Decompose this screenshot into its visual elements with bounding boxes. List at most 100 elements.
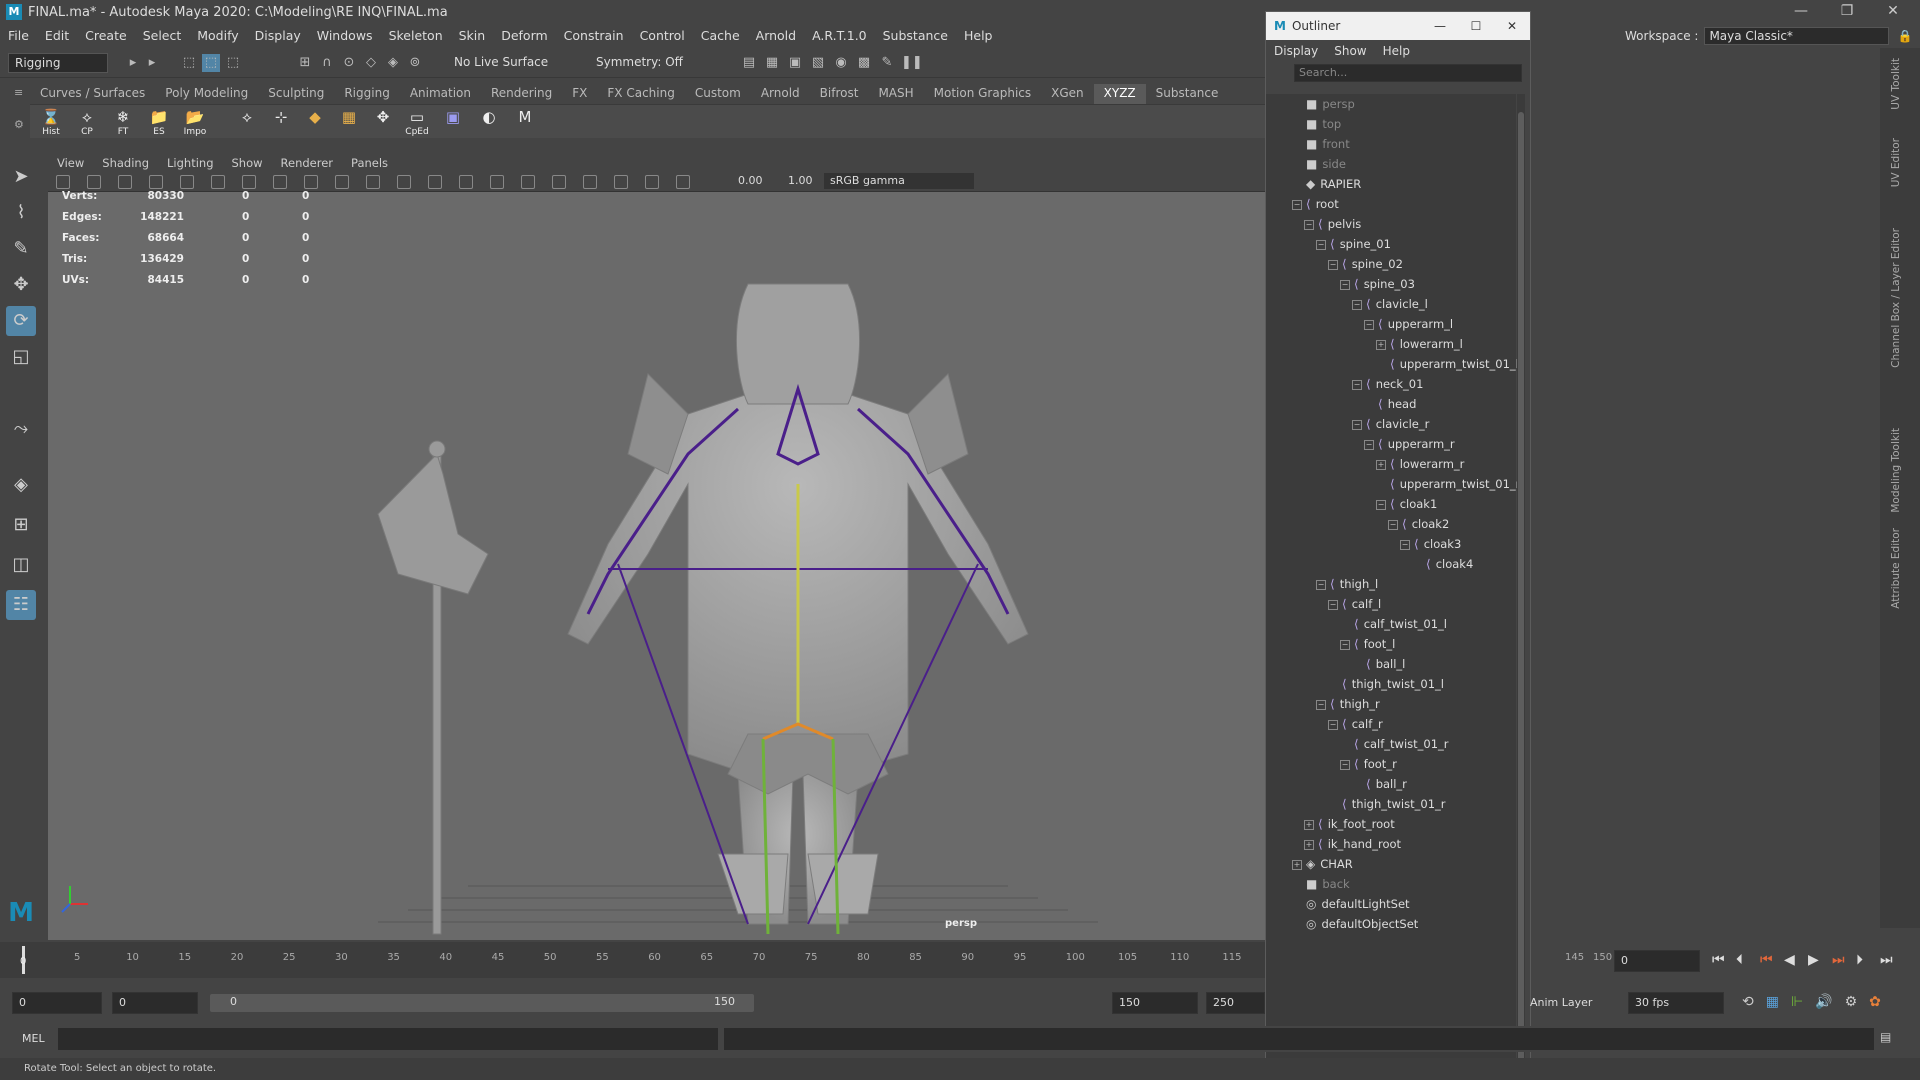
outliner-item-ik-foot-root[interactable]: + ⟨ ik_foot_root — [1304, 814, 1395, 834]
outliner-item-char[interactable]: + ◈ CHAR — [1292, 854, 1353, 874]
outliner-item-spine-03[interactable]: − ⟨ spine_03 — [1340, 274, 1415, 294]
shelf-tab-xyzz[interactable]: XYZZ — [1093, 84, 1146, 104]
outliner-item-thigh-twist-01-r[interactable]: ⟨ thigh_twist_01_r — [1328, 794, 1446, 814]
outliner-item-cloak3[interactable]: − ⟨ cloak3 — [1400, 534, 1461, 554]
menu-cache[interactable]: Cache — [693, 28, 748, 43]
open-scene-icon[interactable]: ▸ — [124, 54, 142, 72]
paint-select-icon[interactable]: ✎ — [6, 234, 36, 264]
collapse-icon[interactable]: − — [1364, 319, 1374, 330]
xray-icon[interactable] — [614, 175, 628, 189]
four-view-icon[interactable]: ⊞ — [6, 510, 36, 540]
outliner-item-foot-l[interactable]: − ⟨ foot_l — [1340, 634, 1395, 654]
shelf-tab-poly-modeling[interactable]: Poly Modeling — [155, 84, 258, 104]
side-tab-channel-box-layer-editor[interactable]: Channel Box / Layer Editor — [1890, 228, 1902, 368]
outliner-menu-help[interactable]: Help — [1375, 44, 1418, 58]
collapse-icon[interactable]: − — [1352, 419, 1362, 430]
play-backward-icon[interactable]: ◀ — [1784, 952, 1795, 968]
image-plane-icon[interactable] — [149, 175, 163, 189]
outliner-item-upperarm-l[interactable]: − ⟨ upperarm_l — [1364, 314, 1453, 334]
outliner-item-spine-02[interactable]: − ⟨ spine_02 — [1328, 254, 1403, 274]
shelf-tab-animation[interactable]: Animation — [400, 84, 481, 104]
arnold-render-icon[interactable]: ▩ — [855, 54, 873, 72]
outliner-item-upperarm-r[interactable]: − ⟨ upperarm_r — [1364, 434, 1455, 454]
single-perspective-icon[interactable]: ◈ — [6, 470, 36, 500]
ipr-render-icon[interactable]: ▣ — [786, 54, 804, 72]
collapse-icon[interactable]: − — [1292, 199, 1302, 210]
sound-icon[interactable]: 🔊 — [1815, 994, 1832, 1010]
shelf-tab-substance[interactable]: Substance — [1146, 84, 1229, 104]
outliner-close-button[interactable]: ✕ — [1494, 19, 1530, 33]
shelf-button-hist[interactable]: ⌛ Hist — [36, 107, 66, 139]
outliner-minimize-button[interactable]: — — [1422, 19, 1458, 33]
shelf-gear-icon[interactable]: ⚙ — [14, 118, 28, 131]
outliner-item-foot-r[interactable]: − ⟨ foot_r — [1340, 754, 1397, 774]
gamma-field[interactable]: 1.00 — [788, 174, 813, 187]
ao-icon[interactable] — [490, 175, 504, 189]
pause-icon[interactable]: ❚❚ — [901, 54, 923, 72]
outliner-item-lowerarm-r[interactable]: + ⟨ lowerarm_r — [1376, 454, 1464, 474]
workspace-dropdown[interactable]: Maya Classic* — [1704, 27, 1890, 45]
aa-icon[interactable] — [552, 175, 566, 189]
script-editor-icon[interactable]: ▤ — [1880, 1030, 1891, 1044]
viewport-menu-renderer[interactable]: Renderer — [272, 156, 343, 170]
backface-icon[interactable] — [676, 175, 690, 189]
symmetry-dropdown[interactable]: Symmetry: Off — [590, 53, 688, 73]
fps-dropdown[interactable]: 30 fps — [1628, 992, 1724, 1014]
box-icon[interactable]: ▦ — [334, 107, 364, 139]
select-object-icon[interactable]: ⬚ — [202, 54, 220, 72]
outliner-item-thigh-twist-01-l[interactable]: ⟨ thigh_twist_01_l — [1328, 674, 1444, 694]
collapse-icon[interactable]: − — [1304, 219, 1314, 230]
shelf-tab-arnold[interactable]: Arnold — [751, 84, 810, 104]
mel-script-icon[interactable]: M — [510, 107, 540, 139]
collapse-icon[interactable]: − — [1316, 579, 1326, 590]
film-gate-icon[interactable] — [211, 175, 225, 189]
menu-display[interactable]: Display — [247, 28, 309, 43]
shelf-menu-icon[interactable]: ≡ — [14, 86, 28, 99]
restore-button[interactable]: ❐ — [1824, 0, 1870, 22]
select-hierarchy-icon[interactable]: ⬚ — [180, 54, 198, 72]
menu-skeleton[interactable]: Skeleton — [381, 28, 451, 43]
outliner-item-spine-01[interactable]: − ⟨ spine_01 — [1316, 234, 1391, 254]
outliner-item-clavicle-l[interactable]: − ⟨ clavicle_l — [1352, 294, 1428, 314]
outliner-scrollbar[interactable] — [1517, 94, 1525, 1074]
shelf-tab-curves-surfaces[interactable]: Curves / Surfaces — [30, 84, 155, 104]
render-frame-icon[interactable]: ▦ — [763, 54, 781, 72]
expand-icon[interactable]: + — [1376, 459, 1386, 470]
outliner-maximize-button[interactable]: ☐ — [1458, 19, 1494, 33]
menu-create[interactable]: Create — [77, 28, 135, 43]
shelf-tab-mash[interactable]: MASH — [868, 84, 923, 104]
menu-select[interactable]: Select — [135, 28, 190, 43]
snap-surface-icon[interactable]: ◈ — [384, 54, 402, 72]
menu-file[interactable]: File — [0, 28, 37, 43]
shelf-tab-rigging[interactable]: Rigging — [334, 84, 399, 104]
lasso-tool-icon[interactable]: ⌇ — [6, 198, 36, 228]
select-component-icon[interactable]: ⬚ — [224, 54, 242, 72]
outliner-item-upperarm-twist-01-r[interactable]: ⟨ upperarm_twist_01_r — [1376, 474, 1520, 494]
motion-blur-icon[interactable] — [521, 175, 535, 189]
range-slider[interactable]: 0 150 — [210, 994, 754, 1012]
collapse-icon[interactable]: − — [1388, 519, 1398, 530]
collapse-icon[interactable]: − — [1328, 599, 1338, 610]
outliner-item-thigh-l[interactable]: − ⟨ thigh_l — [1316, 574, 1378, 594]
grid-snap-icon[interactable]: ⊹ — [266, 107, 296, 139]
collapse-icon[interactable]: − — [1316, 699, 1326, 710]
outliner-item-side[interactable]: ■ side — [1292, 154, 1346, 174]
collapse-icon[interactable]: − — [1340, 639, 1350, 650]
side-tab-modeling-toolkit[interactable]: Modeling Toolkit — [1890, 428, 1902, 513]
shelf-tab-xgen[interactable]: XGen — [1041, 84, 1094, 104]
grid-icon[interactable] — [180, 175, 194, 189]
command-input[interactable] — [58, 1028, 718, 1050]
collapse-icon[interactable]: − — [1340, 759, 1350, 770]
collapse-icon[interactable]: − — [1352, 379, 1362, 390]
isolate-icon[interactable] — [583, 175, 597, 189]
outliner-item-ball-l[interactable]: ⟨ ball_l — [1352, 654, 1405, 674]
viewport-menu-lighting[interactable]: Lighting — [158, 156, 222, 170]
expand-icon[interactable]: + — [1304, 819, 1314, 830]
snap-vertex-icon[interactable]: ⊚ — [406, 54, 424, 72]
playback-start-field[interactable]: 0 — [112, 992, 198, 1014]
shelf-tab-fx-caching[interactable]: FX Caching — [597, 84, 684, 104]
anim-start-field[interactable]: 0 — [12, 992, 102, 1014]
go-to-start-icon[interactable]: ⏮ — [1712, 952, 1725, 968]
camera-attr-icon[interactable] — [87, 175, 101, 189]
shadows-icon[interactable] — [459, 175, 473, 189]
